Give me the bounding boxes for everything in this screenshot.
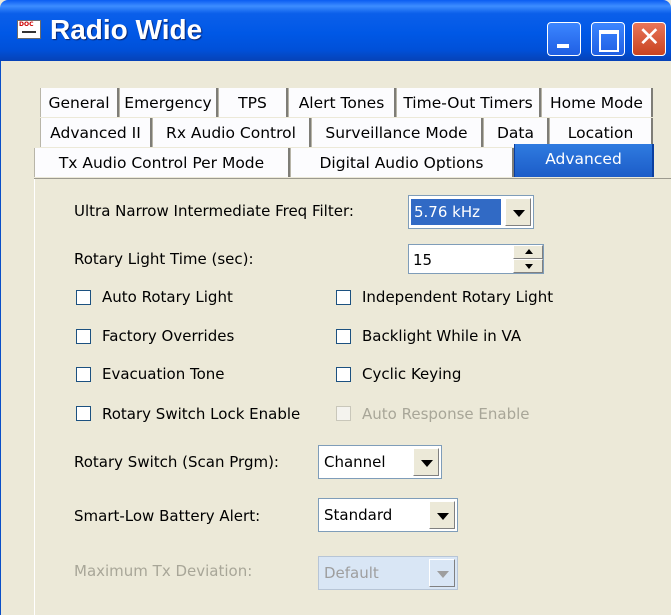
evacuation-tone-checkbox[interactable] bbox=[76, 367, 91, 382]
rotary-switch-value: Channel bbox=[324, 453, 386, 471]
factory-overrides-label: Factory Overrides bbox=[102, 327, 235, 345]
app-icon[interactable]: DOC bbox=[17, 20, 41, 39]
cyclic-keying-checkbox[interactable] bbox=[336, 367, 351, 382]
rotary-switch-label: Rotary Switch (Scan Prgm): bbox=[74, 453, 279, 471]
independent-rotary-light-label: Independent Rotary Light bbox=[362, 288, 554, 306]
filter-label: Ultra Narrow Intermediate Freq Filter: bbox=[74, 202, 354, 220]
spin-down-icon[interactable] bbox=[513, 259, 543, 273]
tab-rx-audio-control[interactable]: Rx Audio Control bbox=[152, 118, 311, 147]
tab-alert-tones[interactable]: Alert Tones bbox=[288, 88, 396, 117]
battery-alert-label: Smart-Low Battery Alert: bbox=[74, 507, 261, 525]
max-tx-deviation-label: Maximum Tx Deviation: bbox=[74, 562, 253, 580]
close-button[interactable]: ✕ bbox=[632, 22, 666, 56]
rotary-switch-lock-label: Rotary Switch Lock Enable bbox=[102, 405, 301, 423]
title-bar[interactable]: DOC Radio Wide ✕ bbox=[0, 0, 671, 61]
cyclic-keying-label: Cyclic Keying bbox=[362, 365, 462, 383]
tab-data[interactable]: Data bbox=[483, 118, 549, 147]
tab-tps[interactable]: TPS bbox=[218, 88, 288, 117]
max-tx-deviation-value: Default bbox=[324, 564, 379, 582]
minimize-icon bbox=[557, 44, 569, 48]
chevron-down-icon[interactable] bbox=[413, 448, 439, 476]
rotary-light-time-label: Rotary Light Time (sec): bbox=[74, 250, 254, 268]
advanced-tab-panel bbox=[34, 179, 671, 615]
tab-emergency[interactable]: Emergency bbox=[119, 88, 218, 117]
tab-advanced[interactable]: Advanced bbox=[514, 144, 654, 177]
auto-response-enable-checkbox bbox=[336, 406, 351, 421]
maximize-icon bbox=[599, 30, 619, 52]
battery-alert-value: Standard bbox=[324, 506, 393, 524]
tab-digital-audio-options[interactable]: Digital Audio Options bbox=[290, 148, 514, 177]
auto-rotary-light-label: Auto Rotary Light bbox=[102, 288, 233, 306]
tab-home-mode[interactable]: Home Mode bbox=[541, 88, 653, 117]
rotary-light-time-spinner[interactable]: 15 bbox=[408, 244, 544, 274]
backlight-while-in-va-checkbox[interactable] bbox=[336, 329, 351, 344]
tab-surveillance-mode[interactable]: Surveillance Mode bbox=[311, 118, 483, 147]
tab-strip: General Emergency TPS Alert Tones Time-O… bbox=[0, 61, 671, 181]
tab-tx-audio-control-per-mode[interactable]: Tx Audio Control Per Mode bbox=[34, 148, 290, 177]
pen-icon bbox=[22, 31, 36, 33]
rotary-switch-lock-checkbox[interactable] bbox=[76, 406, 91, 421]
auto-rotary-light-checkbox[interactable] bbox=[76, 290, 91, 305]
maximize-button[interactable] bbox=[591, 22, 625, 56]
chevron-down-icon bbox=[429, 559, 455, 587]
window-title: Radio Wide bbox=[50, 14, 203, 45]
max-tx-deviation-select: Default bbox=[318, 556, 458, 590]
factory-overrides-checkbox[interactable] bbox=[76, 329, 91, 344]
tab-location[interactable]: Location bbox=[549, 118, 653, 147]
evacuation-tone-label: Evacuation Tone bbox=[102, 365, 225, 383]
battery-alert-select[interactable]: Standard bbox=[318, 498, 458, 532]
auto-response-enable-label: Auto Response Enable bbox=[362, 405, 530, 423]
rotary-switch-select[interactable]: Channel bbox=[318, 445, 442, 479]
tab-time-out-timers[interactable]: Time-Out Timers bbox=[396, 88, 541, 117]
filter-select[interactable]: 5.76 kHz bbox=[408, 195, 534, 229]
tab-general[interactable]: General bbox=[40, 88, 119, 117]
app-icon-label: DOC bbox=[19, 21, 34, 28]
close-icon: ✕ bbox=[638, 22, 661, 53]
chevron-down-icon[interactable] bbox=[505, 198, 531, 226]
filter-value: 5.76 kHz bbox=[411, 199, 501, 225]
independent-rotary-light-checkbox[interactable] bbox=[336, 290, 351, 305]
backlight-while-in-va-label: Backlight While in VA bbox=[362, 327, 522, 345]
rotary-light-time-value: 15 bbox=[413, 251, 433, 269]
tab-advanced-ii[interactable]: Advanced II bbox=[40, 118, 152, 147]
chevron-down-icon[interactable] bbox=[429, 501, 455, 529]
minimize-button[interactable] bbox=[547, 22, 581, 56]
spin-up-icon[interactable] bbox=[513, 245, 543, 259]
